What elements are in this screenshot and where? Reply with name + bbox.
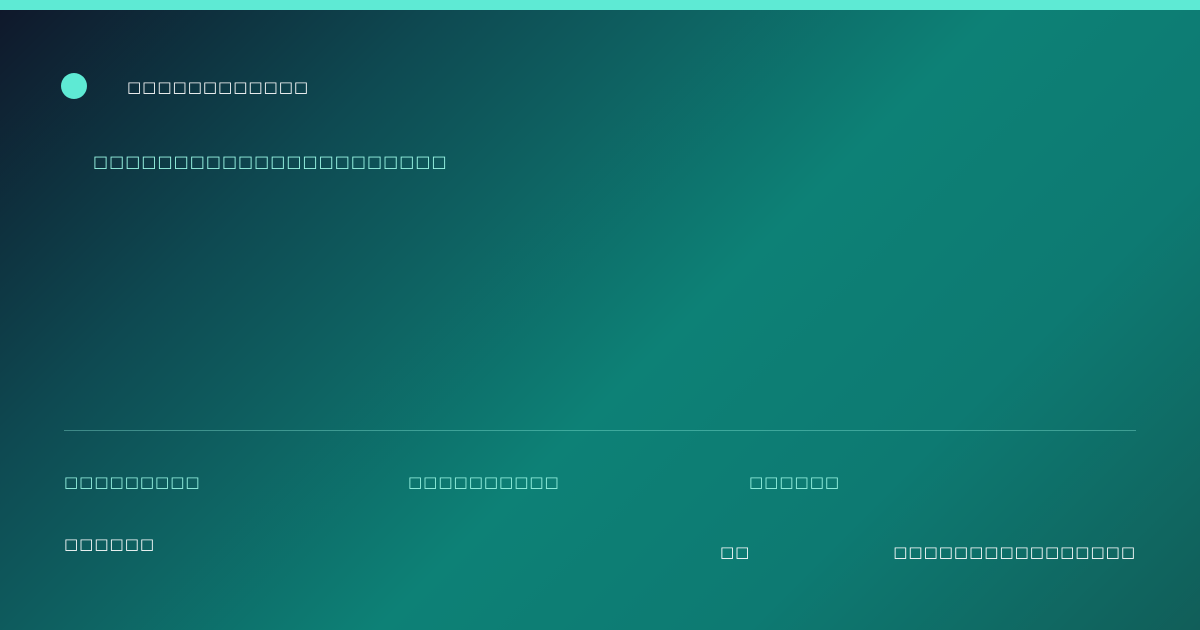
meta-item-3: □□□□□□ — [749, 473, 841, 491]
meta-item-2: □□□□□□□□□□ — [408, 473, 560, 491]
footer-left-text: □□□□□□ — [64, 535, 156, 553]
divider — [64, 430, 1136, 431]
footer-right-text: □□□□□□□□□□□□□□□□ — [893, 543, 1136, 561]
meta-item-1: □□□□□□□□□ — [64, 473, 201, 491]
footer-middle-text: □□ — [720, 543, 751, 561]
subtitle: □□□□□□□□□□□□□□□□□□□□□□ — [93, 152, 448, 171]
brand-name: □□□□□□□□□□□□ — [127, 78, 310, 96]
brand-logo-dot — [61, 73, 87, 99]
share-card: □□□□□□□□□□□□ □□□□□□□□□□□□□□□□□□□□□□ □□□□… — [0, 0, 1200, 630]
accent-strip — [0, 0, 1200, 10]
